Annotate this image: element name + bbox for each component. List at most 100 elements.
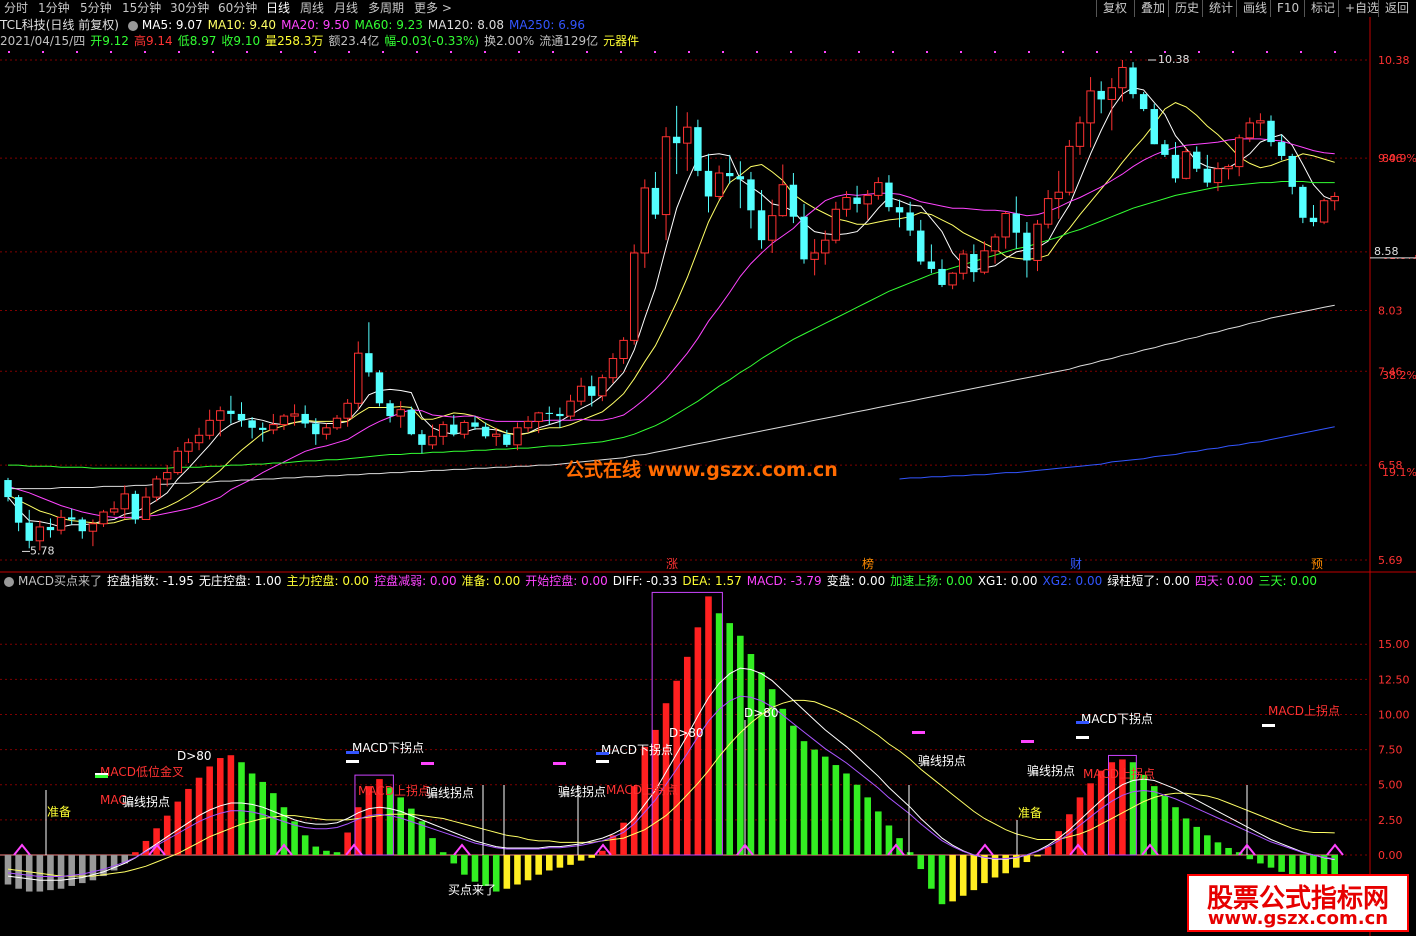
candle-body-up	[778, 184, 788, 217]
dotted-marker	[450, 51, 452, 53]
toolbar-button[interactable]: 复权	[1096, 0, 1133, 17]
period-tab[interactable]: 多周期	[368, 0, 404, 17]
candle-body-down	[14, 497, 23, 523]
macd-bar	[705, 596, 712, 855]
macd-bar	[1182, 818, 1190, 855]
period-tab[interactable]: 5分钟	[80, 0, 112, 17]
period-tab[interactable]: 60分钟	[218, 0, 257, 17]
stock-name[interactable]: TCL科技(日线 前复权)	[0, 17, 119, 33]
macd-bar	[800, 741, 808, 855]
macd-bar	[1097, 770, 1105, 855]
candle-body-down	[301, 413, 309, 424]
period-tab[interactable]: 更多 >	[414, 0, 452, 17]
period-tab[interactable]: 30分钟	[170, 0, 209, 17]
quote-item: 低8.97	[177, 34, 217, 48]
macd-bar	[832, 765, 840, 855]
indicator-item: XG1: 0.00	[977, 574, 1038, 588]
period-tab[interactable]: 1分钟	[38, 0, 70, 17]
dotted-marker	[416, 51, 418, 53]
dotted-marker	[280, 51, 282, 53]
macd-tick-label: 12.50	[1378, 673, 1410, 686]
toolbar-button[interactable]: 统计	[1202, 0, 1239, 17]
dotted-marker	[484, 51, 486, 53]
macd-bar	[938, 855, 946, 905]
candle-body-up	[640, 187, 650, 254]
macd-bar	[949, 855, 956, 902]
period-tab[interactable]: 周线	[300, 0, 324, 17]
macd-bar	[864, 797, 871, 855]
candle-body-up	[354, 352, 363, 404]
signal-dash-marker	[553, 762, 566, 765]
dotted-marker	[314, 51, 316, 53]
macd-bar	[57, 855, 65, 889]
macd-bar	[917, 855, 925, 870]
zero-triangle-marker	[13, 843, 31, 856]
site-logo: 股票公式指标网 www.gszx.com.cn	[1187, 874, 1409, 932]
macd-tick-label: 2.50	[1378, 814, 1403, 827]
toolbar-button[interactable]: 历史	[1168, 0, 1205, 17]
toolbar-button[interactable]: 标记	[1304, 0, 1341, 17]
indicator-legend: MACD买点来了 控盘指数: -1.95 无庄控盘: 1.00 主力控盘: 0.00 控…	[0, 573, 1322, 589]
signal-dash-marker	[346, 760, 359, 763]
macd-signal-label: MACD下拐点	[601, 742, 673, 757]
macd-bar	[683, 656, 691, 855]
macd-bar	[291, 821, 298, 855]
macd-bar	[79, 855, 86, 884]
macd-bar	[1193, 826, 1201, 855]
signal-dash-marker	[1021, 740, 1034, 743]
dotted-marker	[42, 51, 44, 53]
candle-body-down	[556, 413, 564, 417]
toolbar-button[interactable]: 画线	[1236, 0, 1273, 17]
period-tab[interactable]: 日线	[266, 0, 290, 17]
candle-body-up	[513, 427, 522, 446]
settings-circle-icon[interactable]	[127, 20, 138, 31]
macd-bar	[514, 855, 521, 885]
candle-body-down	[1097, 90, 1105, 100]
macd-tick-label: 15.00	[1378, 638, 1410, 651]
toolbar-button[interactable]: F10	[1270, 0, 1305, 17]
macd-bar	[588, 855, 596, 858]
macd-bar	[323, 850, 330, 855]
dotted-marker	[824, 51, 826, 53]
macd-signal-label: 骗线拐点	[918, 753, 966, 768]
candle-body-up	[990, 236, 1000, 252]
macd-bar	[556, 855, 564, 868]
toolbar-button[interactable]: 返回	[1378, 0, 1415, 17]
macd-signal-label: MACD低位金叉	[100, 764, 184, 779]
candle-body-up	[566, 400, 575, 417]
dotted-marker	[586, 51, 588, 53]
candle-body-down	[375, 372, 384, 404]
macd-signal-label: 骗线拐点	[426, 785, 474, 800]
candle-body-down	[365, 353, 373, 373]
macd-bar	[790, 725, 797, 855]
candle-body-down	[312, 423, 320, 435]
candle-body-down	[1161, 144, 1169, 155]
candle-body-up	[980, 250, 989, 273]
quote-item: 换2.00%	[484, 34, 535, 48]
dotted-marker	[178, 51, 180, 53]
dotted-marker	[1130, 51, 1132, 53]
toolbar-button[interactable]: 叠加	[1134, 0, 1171, 17]
dotted-marker	[756, 51, 758, 53]
candle-body-down	[651, 187, 660, 215]
candle-body-up	[959, 253, 968, 274]
macd-bar	[1246, 855, 1254, 860]
fib-pct-label: 80.9%	[1382, 152, 1416, 165]
macd-signal-label: MACD下拐点	[352, 740, 424, 755]
period-tab[interactable]: 分时	[4, 0, 28, 17]
candle-body-up	[1118, 66, 1127, 89]
macd-bar	[981, 855, 988, 884]
indicator-dropdown-icon[interactable]	[4, 576, 14, 587]
period-tab[interactable]: 月线	[334, 0, 358, 17]
macd-bar	[811, 749, 818, 855]
macd-bar	[461, 855, 468, 875]
candle-body-up	[831, 208, 841, 241]
candle-body-up	[35, 526, 45, 542]
candle-body-up	[842, 197, 851, 210]
candle-body-down	[471, 422, 479, 427]
dotted-marker	[960, 51, 962, 53]
dotted-marker	[1232, 51, 1234, 53]
period-tab[interactable]: 15分钟	[122, 0, 161, 17]
dotted-marker	[994, 51, 996, 53]
macd-tick-label: 5.00	[1378, 779, 1403, 792]
